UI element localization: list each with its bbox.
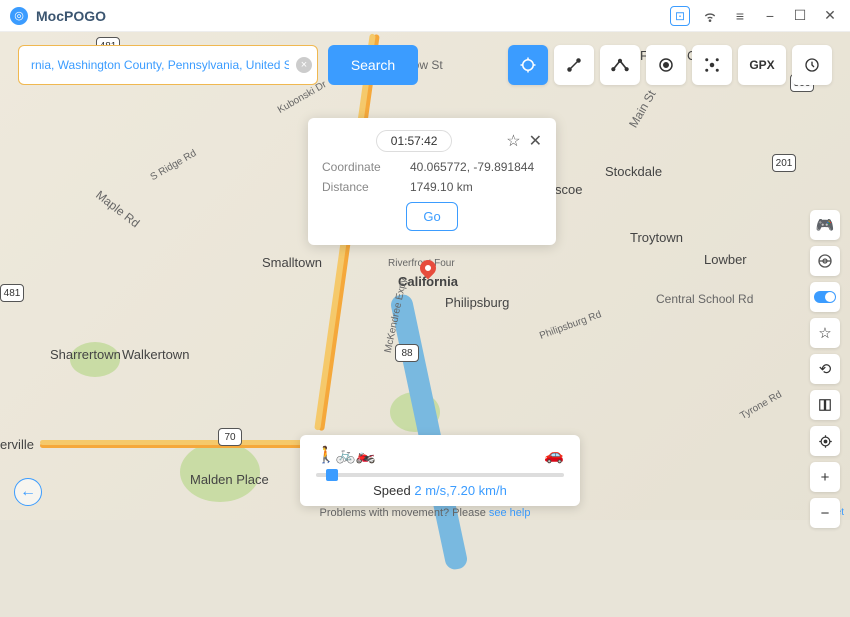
map-label: Walkertown [122, 347, 189, 362]
help-link[interactable]: see help [489, 507, 531, 519]
speed-value: 2 m/s,7.20 km/h [414, 483, 506, 498]
app-logo: ◎ [10, 7, 28, 25]
top-toolbar: GPX [508, 45, 832, 85]
gpx-button[interactable]: GPX [738, 45, 786, 85]
bike-mode-icon[interactable]: 🚲 [336, 445, 356, 465]
multi-spot-mode-button[interactable] [600, 45, 640, 85]
history-button[interactable] [792, 45, 832, 85]
map-label: S Ridge Rd [149, 148, 199, 183]
coord-label: Coordinate [322, 160, 392, 174]
help-text: Problems with movement? Please see help [320, 507, 531, 519]
pokeball-icon[interactable] [810, 246, 840, 276]
dist-value: 1749.10 km [410, 180, 473, 194]
route-shield: 70 [218, 428, 242, 446]
car-mode-icon[interactable]: 🚗 [544, 445, 564, 465]
route-shield: 88 [395, 344, 419, 362]
map-label: Maple Rd [93, 188, 142, 231]
go-button[interactable]: Go [406, 202, 457, 231]
refresh-icon[interactable]: ⟲ [810, 354, 840, 384]
search-button[interactable]: Search [328, 45, 418, 85]
eta-pill: 01:57:42 [376, 130, 453, 152]
back-button[interactable]: ← [14, 478, 42, 506]
close-card-icon[interactable]: ✕ [529, 131, 542, 151]
locate-icon[interactable] [810, 426, 840, 456]
route-shield: 481 [0, 284, 24, 302]
zoom-in-button[interactable]: + [810, 462, 840, 492]
search-row: × Search [18, 45, 418, 85]
app-title: MocPOGO [36, 8, 106, 24]
search-input[interactable] [18, 45, 318, 85]
toggle-switch[interactable] [810, 282, 840, 312]
side-toolbar: 🎮 ☆ ⟲ + − [810, 210, 840, 528]
favorite-icon[interactable]: ☆ [810, 318, 840, 348]
coord-value: 40.065772, -79.891844 [410, 160, 534, 174]
zoom-out-button[interactable]: − [810, 498, 840, 528]
walk-mode-icon[interactable]: 🚶 [316, 445, 336, 465]
motorcycle-mode-icon[interactable]: 🏍️ [356, 445, 376, 465]
circle-mode-button[interactable] [646, 45, 686, 85]
star-icon[interactable]: ☆ [506, 131, 520, 151]
dist-label: Distance [322, 180, 392, 194]
speed-panel: 🚶 🚲 🏍️ 🚗 Speed 2 m/s,7.20 km/h [300, 435, 580, 506]
location-info-card: 01:57:42 ☆ ✕ Coordinate 40.065772, -79.89… [308, 118, 556, 245]
map-label: erville [0, 437, 34, 452]
teleport-mode-button[interactable] [508, 45, 548, 85]
gamepad-icon[interactable]: 🎮 [810, 210, 840, 240]
clear-icon[interactable]: × [296, 57, 312, 73]
map-label: Smalltown [262, 255, 322, 270]
jump-mode-button[interactable] [692, 45, 732, 85]
map-style-icon[interactable] [810, 390, 840, 420]
route-shield: 201 [772, 154, 796, 172]
speed-slider[interactable] [316, 473, 564, 477]
speed-label: Speed [373, 483, 411, 498]
two-spot-mode-button[interactable] [554, 45, 594, 85]
